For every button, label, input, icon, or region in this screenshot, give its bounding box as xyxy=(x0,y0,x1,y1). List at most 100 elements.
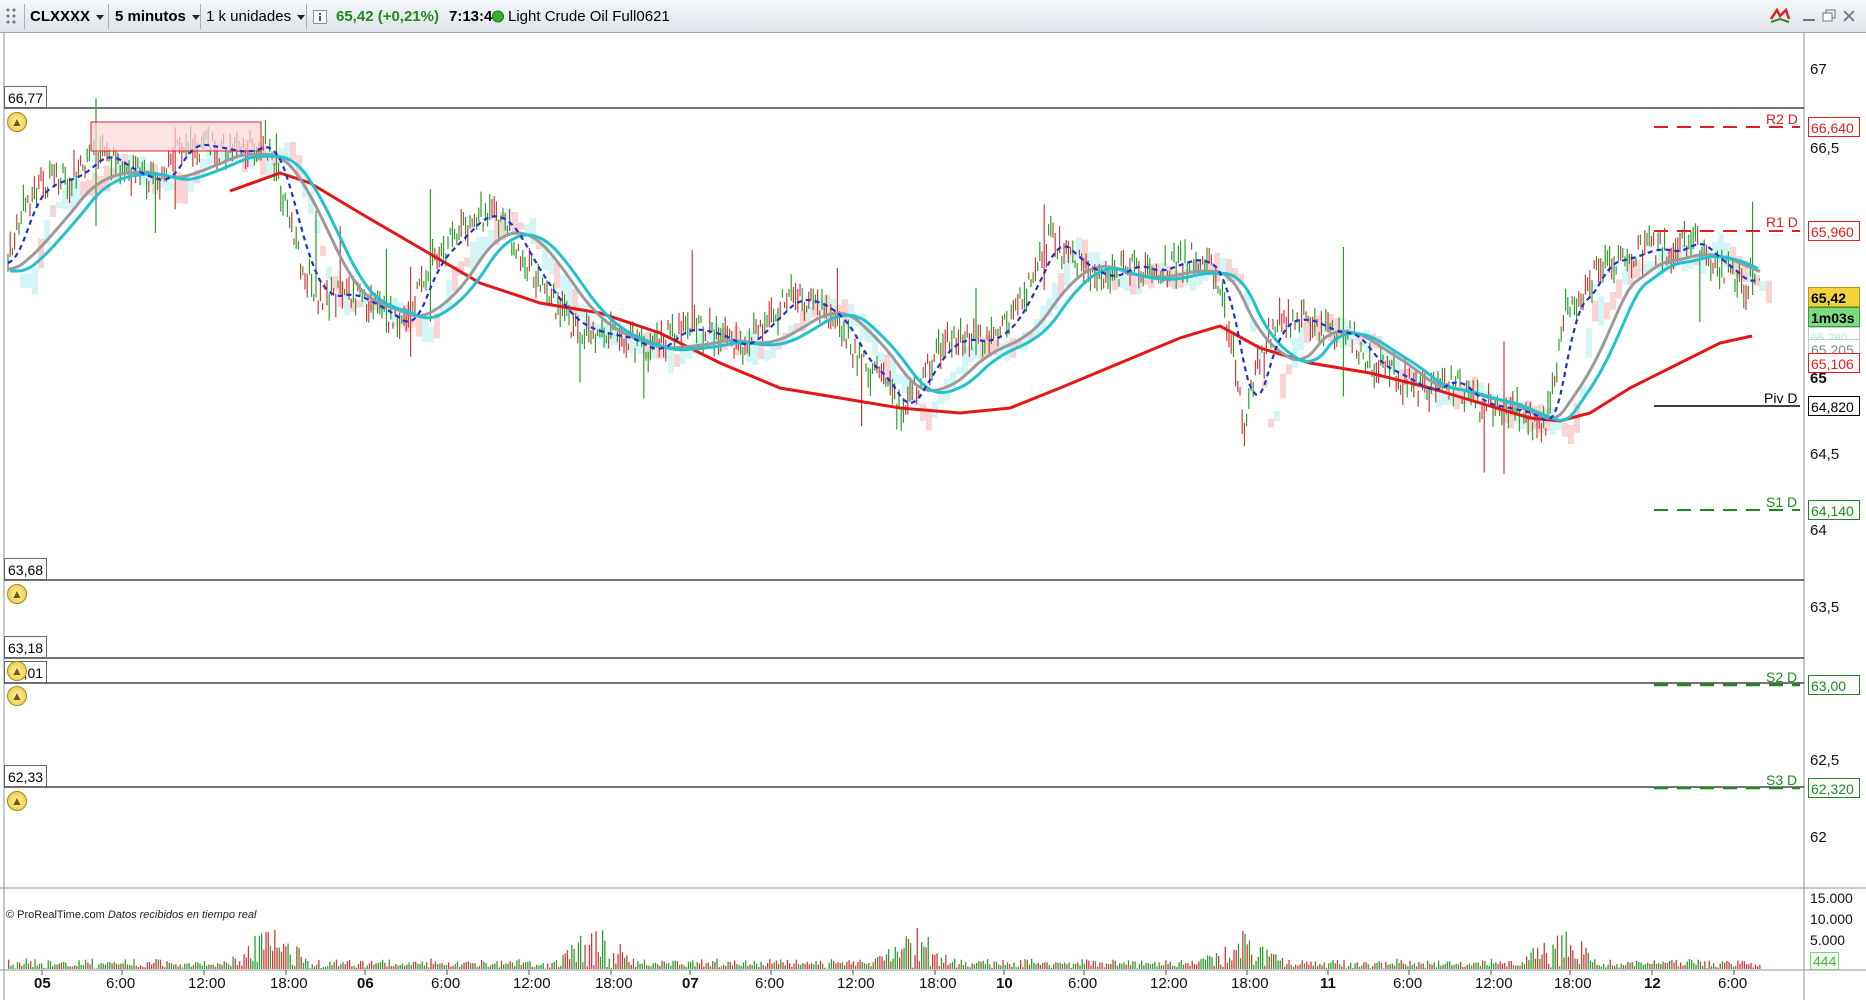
volume-bar xyxy=(567,950,568,969)
volume-bar xyxy=(516,960,517,969)
volume-bar xyxy=(939,966,940,969)
volume-bar xyxy=(714,962,715,969)
volume-bar xyxy=(650,966,651,969)
volume-bar xyxy=(1508,961,1509,969)
time-axis-label: 10 xyxy=(996,975,1013,992)
time-axis-label: 18:00 xyxy=(1231,975,1269,992)
volume-bar xyxy=(901,950,902,970)
volume-bar xyxy=(989,964,990,969)
volume-bar xyxy=(1414,963,1415,969)
volume-bar xyxy=(950,963,951,969)
volume-bar xyxy=(131,966,132,970)
units-selector[interactable]: 1 k unidades xyxy=(206,0,305,33)
alert-price-top[interactable]: 66,77 xyxy=(4,86,47,108)
close-icon[interactable] xyxy=(1840,7,1858,25)
refresh-icon[interactable] xyxy=(1768,7,1786,25)
volume-bar xyxy=(1203,959,1204,970)
cloud-segment xyxy=(920,404,926,421)
volume-bar xyxy=(50,961,51,969)
volume-bar xyxy=(1495,962,1496,969)
volume-bar xyxy=(426,962,427,969)
restore-icon[interactable] xyxy=(1820,7,1838,25)
alert-price-second[interactable]: 63,68 xyxy=(4,558,47,580)
bell-icon[interactable]: ▲ xyxy=(7,584,27,604)
cloud-segment xyxy=(1766,281,1772,304)
volume-bar xyxy=(870,966,871,969)
volume-bar xyxy=(1086,959,1087,969)
volume-bar xyxy=(895,947,896,969)
volume-bar xyxy=(917,928,918,969)
volume-bar xyxy=(444,965,445,969)
volume-bar xyxy=(474,963,475,969)
volume-bar xyxy=(1293,967,1294,969)
volume-bar xyxy=(679,965,680,969)
alert-price-third[interactable]: 63,18 xyxy=(4,636,47,658)
volume-bar xyxy=(985,964,986,969)
pivot-value: 64,820 xyxy=(1808,396,1860,416)
volume-bar xyxy=(626,955,627,969)
volume-bar xyxy=(19,963,20,969)
cloud-segment xyxy=(1568,425,1574,444)
volume-bar xyxy=(1434,962,1435,969)
cloud-segment xyxy=(404,305,410,333)
price-chart[interactable]: 66,77 ▲ 63,68 ▲ 63,18 63,01 ▲ ▲ 62,33 ▲ … xyxy=(0,33,1866,1000)
volume-bar xyxy=(1621,964,1622,969)
volume-bar xyxy=(529,961,530,969)
volume-bar xyxy=(1231,960,1232,969)
volume-bar xyxy=(809,964,810,969)
volume-bar xyxy=(848,960,849,969)
timeframe-selector[interactable]: 5 minutos xyxy=(115,0,200,33)
volume-bar xyxy=(818,965,819,970)
cloud-segment xyxy=(1292,338,1298,368)
volume-bar xyxy=(448,963,449,970)
volume-bar xyxy=(958,964,959,969)
volume-bar xyxy=(732,965,733,969)
volume-bar xyxy=(1478,962,1479,969)
volume-bar xyxy=(1335,963,1336,969)
cloud-segment xyxy=(290,142,296,160)
volume-bar xyxy=(1577,959,1578,969)
volume-bar xyxy=(785,965,786,969)
volume-bar xyxy=(600,957,601,969)
volume-bar xyxy=(375,963,376,969)
volume-bar xyxy=(1284,967,1285,969)
volume-bar xyxy=(1253,965,1254,969)
volume-bar xyxy=(283,944,284,969)
cloud-segment xyxy=(422,319,428,342)
cloud-segment xyxy=(332,276,338,290)
volume-bar xyxy=(857,962,858,969)
menu-grip-icon[interactable] xyxy=(4,0,22,33)
volume-bar xyxy=(105,965,106,970)
symbol-selector[interactable]: CLXXXX xyxy=(30,0,104,33)
volume-bar xyxy=(705,963,706,969)
volume-bar xyxy=(879,956,880,969)
cloud-segment xyxy=(446,279,452,309)
volume-bar xyxy=(921,942,922,969)
bell-icon[interactable]: ▲ xyxy=(7,112,27,132)
volume-bar xyxy=(565,954,566,970)
highlight-zone[interactable] xyxy=(91,122,261,151)
volume-bar xyxy=(1748,964,1749,969)
volume-bar xyxy=(272,951,273,969)
cloud-segment xyxy=(32,268,38,295)
minimize-icon[interactable] xyxy=(1800,7,1818,25)
volume-bar xyxy=(1456,964,1457,969)
volume-bar xyxy=(725,966,726,969)
bell-icon[interactable]: ▲ xyxy=(7,686,27,706)
volume-bar xyxy=(1651,964,1652,969)
volume-bar xyxy=(1559,966,1560,969)
volume-bar xyxy=(573,949,574,969)
volume-bar xyxy=(1416,967,1417,969)
bell-icon[interactable]: ▲ xyxy=(7,661,27,681)
volume-bar xyxy=(1447,962,1448,969)
volume-bar xyxy=(943,963,944,969)
bell-icon[interactable]: ▲ xyxy=(7,791,27,811)
cloud-segment xyxy=(68,177,74,208)
volume-bar xyxy=(1625,965,1626,969)
volume-bar xyxy=(373,965,374,969)
info-icon[interactable] xyxy=(313,0,327,33)
price-axis-label: 66,5 xyxy=(1810,140,1858,157)
s1-label: S1 D xyxy=(1766,494,1797,510)
alert-price-fourth[interactable]: 62,33 xyxy=(4,765,47,787)
volume-bar xyxy=(1643,965,1644,969)
